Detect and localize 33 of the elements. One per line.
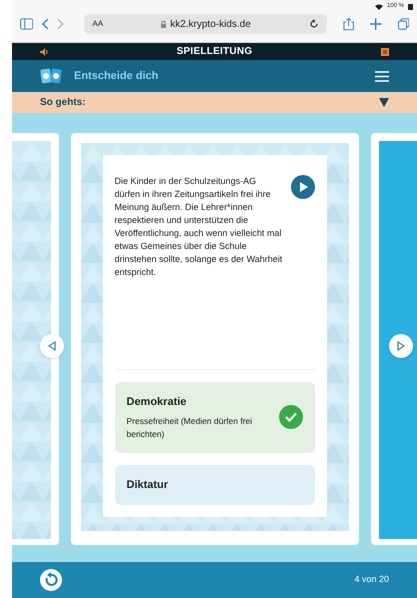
plus-icon[interactable] [370,18,382,30]
dropdown-icon[interactable] [379,98,389,107]
progress-counter: 4 von 20 [354,573,389,586]
reader-button[interactable]: AA [92,18,104,30]
restart-icon[interactable] [40,569,62,591]
url-text: kk2.krypto-kids.de [170,18,251,32]
menu-icon[interactable] [375,70,389,82]
check-icon [278,405,302,430]
howto-label: So gehts: [40,96,87,110]
back-icon[interactable] [41,18,49,30]
cards-logo-icon [40,67,62,85]
tabs-icon[interactable] [398,18,410,30]
lock-icon [161,20,166,28]
howto-bar[interactable]: So gehts: [12,92,417,113]
top-bar-title: SPIELLEITUNG [176,45,254,59]
play-icon[interactable] [290,175,314,199]
answer-title: Demokratie [126,395,188,410]
answer-title: Diktatur [126,478,170,492]
speaker-icon[interactable] [40,48,48,56]
address-bar[interactable]: AA kk2.krypto-kids.de [84,14,327,34]
left-arrow-icon [48,341,56,351]
reload-icon[interactable] [308,19,319,29]
sidebar-icon[interactable] [20,18,34,30]
answer-detail: Pressefreiheit (Medien dürfen frei berichten) [126,414,254,440]
answer-option[interactable]: Diktatur [114,464,314,505]
share-icon[interactable] [342,17,354,31]
header-title: Entscheide dich [74,68,160,84]
question-text: Die Kinder in der Schulzeitungs-AG dürfen in ihren Zeitungsartikeln frei ihre Meinung äußern. Die Lehrer*innen respektieren und unterstützen die Veröffentlichung, auch wenn vielleicht mal etwas Gemeines über die Schule drinstehen sollte, solange es der Wahrheit entspricht. [114,175,282,279]
battery-icon [408,4,413,10]
wifi-icon [374,4,383,10]
answer-option[interactable]: Demokratie Pressefreiheit (Medien dürfen frei berichten) [114,382,314,452]
right-arrow-icon [397,341,405,351]
stop-icon[interactable] [381,48,389,56]
